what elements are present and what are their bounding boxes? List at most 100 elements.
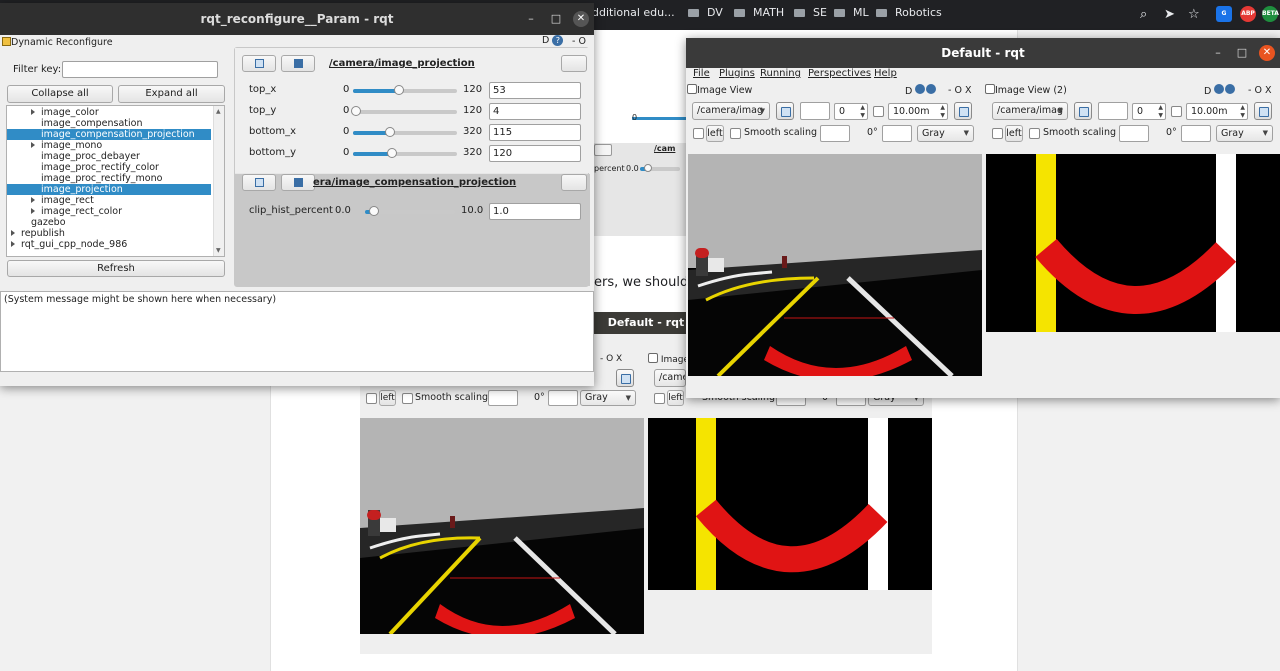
- rotation-input[interactable]: [820, 125, 850, 142]
- save-image-icon-2[interactable]: [1254, 102, 1272, 120]
- left-button-2[interactable]: left: [1005, 125, 1023, 142]
- rotation-spin-2[interactable]: [1181, 125, 1211, 142]
- expand-arrow-icon[interactable]: [31, 208, 35, 214]
- tree-item[interactable]: image_color: [7, 107, 211, 118]
- rotation-spin[interactable]: [882, 125, 912, 142]
- tree-item[interactable]: gazebo: [7, 217, 211, 228]
- topic-select[interactable]: /camera/imag ▼: [692, 102, 770, 120]
- topic-select-2[interactable]: /camera/imag ▼: [992, 102, 1068, 120]
- expand-arrow-icon[interactable]: [11, 241, 15, 247]
- slider-handle[interactable]: [369, 206, 379, 216]
- beta-extension-icon[interactable]: BETA: [1262, 6, 1279, 22]
- color-scheme-select-2[interactable]: Gray ▼: [1216, 125, 1273, 142]
- maximize-button[interactable]: □: [1235, 46, 1249, 60]
- filter-input[interactable]: [62, 61, 218, 78]
- tree-item[interactable]: image_proc_rectify_color: [7, 162, 211, 173]
- group-close-button-2[interactable]: [561, 174, 587, 191]
- bookmark-folder[interactable]: MATH: [734, 6, 784, 19]
- menu-running[interactable]: Running: [760, 68, 801, 79]
- tree-item[interactable]: rqt_gui_cpp_node_986: [7, 239, 211, 250]
- maximize-button[interactable]: □: [549, 12, 563, 26]
- bookmark-star-icon[interactable]: ☆: [1188, 7, 1200, 22]
- param-slider[interactable]: [353, 127, 457, 137]
- tree-item[interactable]: image_rect: [7, 195, 211, 206]
- slider-handle[interactable]: [351, 106, 362, 116]
- tree-item[interactable]: image_projection: [7, 184, 211, 195]
- adblock-extension-icon[interactable]: ABP: [1240, 6, 1256, 22]
- group-close-button[interactable]: [561, 55, 587, 72]
- save-button-2[interactable]: [281, 174, 315, 191]
- duration-spin[interactable]: 10.00m ▲ ▼: [888, 103, 948, 120]
- minimize-button[interactable]: –: [1211, 46, 1225, 60]
- expand-arrow-icon[interactable]: [11, 230, 15, 236]
- param-value-input[interactable]: 1.0: [489, 203, 581, 220]
- load-button[interactable]: [242, 55, 276, 72]
- camera-image-view[interactable]: [688, 154, 982, 376]
- tree-item[interactable]: image_proc_rectify_mono: [7, 173, 211, 184]
- bookmark-folder[interactable]: SE: [794, 6, 827, 19]
- image-view-2-dock-controls[interactable]: D: [1204, 84, 1236, 99]
- param-slider[interactable]: [365, 206, 455, 216]
- load-button-2[interactable]: [242, 174, 276, 191]
- bookmark-folder[interactable]: ML: [834, 6, 869, 19]
- rqt-titlebar[interactable]: Default - rqt: [686, 38, 1280, 68]
- param-slider[interactable]: [351, 106, 457, 116]
- tree-item[interactable]: image_mono: [7, 140, 211, 151]
- refresh-button[interactable]: Refresh: [7, 260, 225, 277]
- left-button[interactable]: left: [706, 125, 724, 142]
- slider-handle[interactable]: [393, 85, 404, 95]
- translate-extension-icon[interactable]: G: [1216, 6, 1232, 22]
- menu-help[interactable]: Help: [874, 68, 897, 79]
- spin-checkbox[interactable]: [873, 106, 884, 117]
- expand-arrow-icon[interactable]: [31, 109, 35, 115]
- left-checkbox[interactable]: [693, 128, 704, 139]
- send-icon[interactable]: ➤: [1164, 7, 1175, 22]
- spin-checkbox-2[interactable]: [1171, 106, 1182, 117]
- param-value-input[interactable]: 120: [489, 145, 581, 162]
- param-slider[interactable]: [353, 85, 457, 95]
- bookmark-folder[interactable]: DV: [688, 6, 723, 19]
- menu-file[interactable]: File: [693, 68, 710, 79]
- image-view-2-close-controls[interactable]: - O X: [1248, 84, 1271, 98]
- refresh-topics-icon[interactable]: [776, 102, 794, 120]
- color-scheme-select[interactable]: Gray ▼: [917, 125, 974, 142]
- collapse-all-button[interactable]: Collapse all: [7, 85, 113, 103]
- duration-spin-2[interactable]: 10.00m ▲ ▼: [1186, 103, 1248, 120]
- menu-perspectives[interactable]: Perspectives: [808, 68, 871, 79]
- tree-item[interactable]: image_compensation: [7, 118, 211, 129]
- tree-item[interactable]: republish: [7, 228, 211, 239]
- reconfigure-titlebar[interactable]: rqt_reconfigure__Param - rqt: [0, 3, 594, 35]
- tree-item[interactable]: image_proc_debayer: [7, 151, 211, 162]
- close-button[interactable]: ✕: [1259, 45, 1275, 61]
- menu-plugins[interactable]: Plugins: [719, 68, 755, 79]
- save-image-icon[interactable]: [954, 102, 972, 120]
- tree-item[interactable]: image_rect_color: [7, 206, 211, 217]
- slider-handle[interactable]: [385, 127, 396, 137]
- minimize-button[interactable]: –: [524, 12, 538, 26]
- node-tree[interactable]: image_color image_compensation image_compe…: [6, 105, 225, 257]
- param-value-input[interactable]: 53: [489, 82, 581, 99]
- left-checkbox-2[interactable]: [992, 128, 1003, 139]
- spin-box-2[interactable]: 0 ▲ ▼: [1132, 103, 1166, 120]
- bookmark-folder[interactable]: Robotics: [876, 6, 942, 19]
- mouse-pub-input-2[interactable]: [1098, 102, 1128, 120]
- param-slider[interactable]: [353, 148, 457, 158]
- zoom-icon[interactable]: ⌕: [1140, 7, 1147, 22]
- close-button[interactable]: ✕: [573, 11, 589, 27]
- expand-all-button[interactable]: Expand all: [118, 85, 225, 103]
- param-value-input[interactable]: 115: [489, 124, 581, 141]
- param-value-input[interactable]: 4: [489, 103, 581, 120]
- tree-scrollbar[interactable]: ▲ ▼: [213, 106, 224, 256]
- mouse-pub-input[interactable]: [800, 102, 830, 120]
- slider-handle[interactable]: [387, 148, 397, 158]
- expand-arrow-icon[interactable]: [31, 142, 35, 148]
- processed-image-view[interactable]: [986, 154, 1280, 332]
- spin-box[interactable]: 0 ▲ ▼: [834, 103, 868, 120]
- image-view-close-controls[interactable]: - O X: [948, 84, 971, 98]
- smooth-scaling-checkbox-2[interactable]: [1029, 128, 1040, 139]
- expand-arrow-icon[interactable]: [31, 197, 35, 203]
- dock-controls[interactable]: D ?: [542, 35, 564, 46]
- refresh-topics-icon-2[interactable]: [1074, 102, 1092, 120]
- save-button[interactable]: [281, 55, 315, 72]
- bookmark-item[interactable]: dditional edu...: [592, 6, 675, 19]
